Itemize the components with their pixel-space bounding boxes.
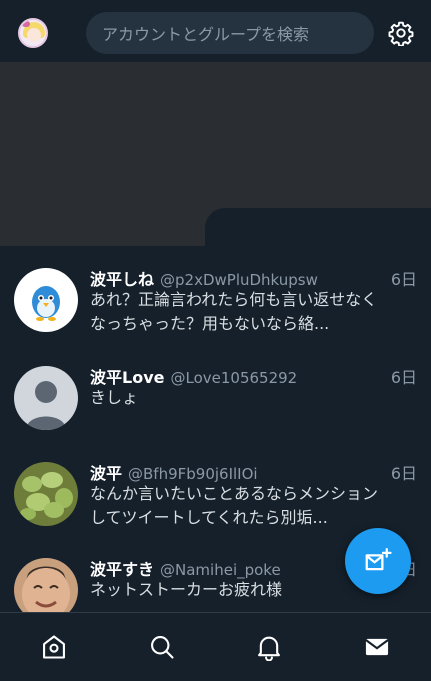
gear-icon[interactable] — [388, 20, 414, 46]
timestamp: 6日 — [390, 270, 417, 289]
conversation-item[interactable]: 波平しね @p2xDwPluDhkupsw 6日 あれ？正論言われたら何も言い返せ… — [0, 268, 431, 364]
user-handle: @p2xDwPluDhkupsw — [160, 271, 318, 289]
home-icon[interactable] — [40, 633, 68, 661]
conversation-header: 波平すき @Namihei_poke — [90, 558, 281, 580]
message-preview: きしょ — [90, 388, 139, 407]
message-preview: なんか言いたいことあるならメンションしてツイートしてくれたら別垢... — [90, 484, 379, 527]
top-bar: アカウントとグループを検索 — [0, 0, 431, 62]
timestamp: 6日 — [390, 464, 417, 483]
display-name: 波平しね — [90, 270, 155, 289]
avatar-face — [27, 28, 41, 42]
penguin-avatar-icon — [32, 286, 60, 321]
new-message-button[interactable] — [345, 528, 411, 594]
search-placeholder: アカウントとグループを検索 — [102, 25, 310, 44]
search-icon[interactable] — [148, 633, 176, 661]
bell-icon[interactable] — [255, 633, 283, 661]
envelope-icon[interactable] — [363, 633, 391, 661]
conversation-header: 波平しね @p2xDwPluDhkupsw — [90, 266, 318, 290]
avatar — [14, 268, 78, 332]
avatar — [14, 462, 78, 526]
display-name: 波平Love — [90, 368, 165, 387]
conversation-header: 波平 @Bfh9Fb90j6IlIOi — [90, 460, 258, 484]
avatar-bow — [22, 21, 30, 27]
conversation-item[interactable]: 波平Love @Love10565292 6日 きしょ — [0, 366, 431, 462]
user-handle: @Bfh9Fb90j6IlIOi — [128, 465, 258, 483]
bottom-navigation — [0, 612, 431, 681]
search-input[interactable]: アカウントとグループを検索 — [86, 12, 374, 54]
avatar — [14, 366, 78, 430]
new-message-icon — [365, 548, 392, 571]
face-photo-avatar-icon — [22, 566, 70, 612]
conversation-header: 波平Love @Love10565292 — [90, 364, 297, 388]
edamame-avatar-icon — [20, 472, 73, 520]
display-name: 波平 — [90, 464, 123, 483]
avatar — [14, 558, 78, 612]
banner-notch — [205, 208, 431, 248]
timestamp: 6日 — [390, 368, 417, 387]
display-name: 波平すき — [90, 560, 155, 579]
default-user-avatar-icon — [26, 381, 66, 430]
user-handle: @Namihei_poke — [160, 561, 281, 579]
account-avatar[interactable] — [18, 18, 48, 48]
message-preview: あれ？正論言われたら何も言い返せなくなっちゃった？用もないなら絡... — [90, 290, 378, 333]
user-handle: @Love10565292 — [170, 369, 298, 387]
message-preview: ネットストーカーお疲れ様 — [90, 580, 283, 599]
